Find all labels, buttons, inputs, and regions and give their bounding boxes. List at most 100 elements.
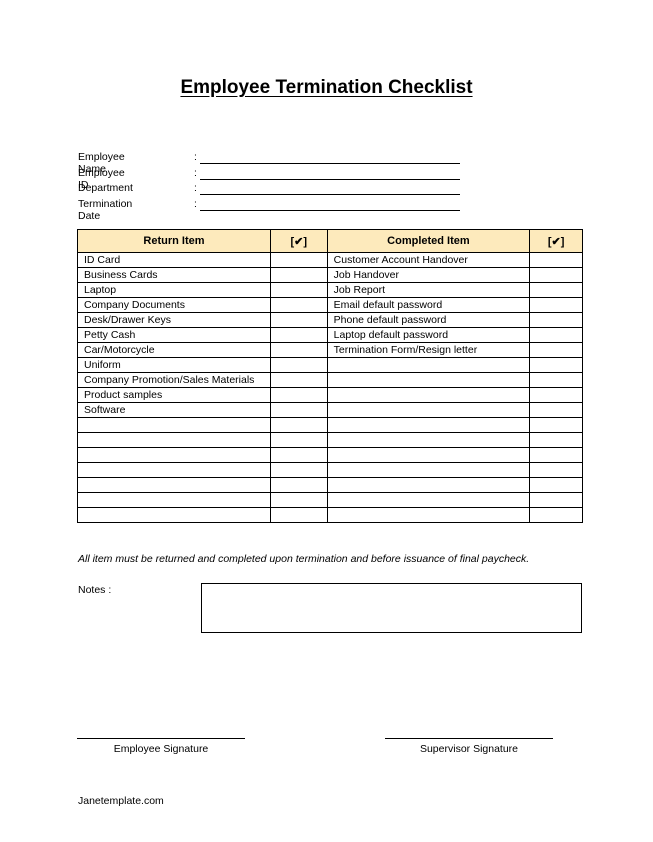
table-row [77, 492, 583, 508]
return-item-cell [77, 507, 271, 523]
return-item-cell: Car/Motorcycle [77, 342, 271, 358]
field-input-line[interactable] [200, 194, 460, 196]
completed-check-cell[interactable] [529, 342, 583, 358]
completed-check-cell[interactable] [529, 417, 583, 433]
table-row: Software [77, 402, 583, 418]
notes-label: Notes : [78, 584, 112, 596]
completed-item-cell [326, 372, 531, 388]
header-return-check: [✔] [269, 229, 328, 253]
completed-item-cell [326, 387, 531, 403]
table-row [77, 447, 583, 463]
table-header-row: Return Item [✔] Completed Item [✔] [77, 229, 583, 253]
return-item-cell: ID Card [77, 252, 271, 268]
field-colon: : [194, 198, 197, 211]
return-check-cell[interactable] [269, 432, 328, 448]
return-check-cell[interactable] [269, 462, 328, 478]
completed-check-cell[interactable] [529, 492, 583, 508]
completed-check-cell[interactable] [529, 372, 583, 388]
return-check-cell[interactable] [269, 387, 328, 403]
table-row [77, 507, 583, 523]
completed-item-cell [326, 357, 531, 373]
return-check-cell[interactable] [269, 312, 328, 328]
header-completed-item: Completed Item [326, 229, 531, 253]
return-item-cell: Business Cards [77, 267, 271, 283]
return-item-cell [77, 417, 271, 433]
header-completed-check: [✔] [529, 229, 583, 253]
completed-item-cell [326, 477, 531, 493]
return-check-cell[interactable] [269, 507, 328, 523]
completed-item-cell [326, 432, 531, 448]
return-check-cell[interactable] [269, 267, 328, 283]
return-item-cell: Software [77, 402, 271, 418]
table-row [77, 432, 583, 448]
completed-check-cell[interactable] [529, 387, 583, 403]
completed-item-cell [326, 462, 531, 478]
completed-item-cell: Email default password [326, 297, 531, 313]
return-check-cell[interactable] [269, 282, 328, 298]
completed-check-cell[interactable] [529, 402, 583, 418]
table-row: Product samples [77, 387, 583, 403]
return-item-cell [77, 447, 271, 463]
completed-item-cell: Termination Form/Resign letter [326, 342, 531, 358]
field-colon: : [194, 151, 197, 163]
completed-check-cell[interactable] [529, 282, 583, 298]
return-item-cell: Petty Cash [77, 327, 271, 343]
return-check-cell[interactable] [269, 297, 328, 313]
completed-item-cell [326, 507, 531, 523]
table-row [77, 462, 583, 478]
completed-item-cell: Customer Account Handover [326, 252, 531, 268]
return-check-cell[interactable] [269, 252, 328, 268]
completed-item-cell [326, 447, 531, 463]
return-check-cell[interactable] [269, 417, 328, 433]
field-input-line[interactable] [200, 210, 460, 212]
return-item-cell: Uniform [77, 357, 271, 373]
completed-item-cell: Phone default password [326, 312, 531, 328]
completed-check-cell[interactable] [529, 447, 583, 463]
completed-item-cell [326, 492, 531, 508]
return-item-cell [77, 477, 271, 493]
supervisor-signature-label: Supervisor Signature [419, 743, 519, 755]
return-check-cell[interactable] [269, 447, 328, 463]
table-row [77, 417, 583, 433]
return-item-cell: Company Documents [77, 297, 271, 313]
completed-check-cell[interactable] [529, 327, 583, 343]
return-check-cell[interactable] [269, 492, 328, 508]
table-row: Company Promotion/Sales Materials [77, 372, 583, 388]
page-title: Employee Termination Checklist [180, 77, 473, 98]
employee-signature-label: Employee Signature [113, 743, 209, 755]
table-row: Laptop Job Report [77, 282, 583, 298]
completed-check-cell[interactable] [529, 297, 583, 313]
completed-item-cell: Job Handover [326, 267, 531, 283]
table-row: Car/Motorcycle Termination Form/Resign le… [77, 342, 583, 358]
completed-check-cell[interactable] [529, 477, 583, 493]
field-colon: : [194, 182, 197, 195]
field-input-line[interactable] [200, 163, 460, 164]
table-row: Uniform [77, 357, 583, 373]
return-item-cell: Laptop [77, 282, 271, 298]
completed-check-cell[interactable] [529, 267, 583, 283]
table-row: Business Cards Job Handover [77, 267, 583, 283]
completed-check-cell[interactable] [529, 252, 583, 268]
notes-input[interactable] [201, 583, 582, 633]
return-check-cell[interactable] [269, 477, 328, 493]
return-item-cell: Product samples [77, 387, 271, 403]
completed-check-cell[interactable] [529, 357, 583, 373]
return-check-cell[interactable] [269, 342, 328, 358]
field-input-line[interactable] [200, 178, 460, 180]
completed-check-cell[interactable] [529, 312, 583, 328]
completed-check-cell[interactable] [529, 462, 583, 478]
completed-check-cell[interactable] [529, 507, 583, 523]
return-item-cell [77, 492, 271, 508]
return-item-cell: Company Promotion/Sales Materials [77, 372, 271, 388]
supervisor-signature-line[interactable]: Supervisor Signature [385, 738, 553, 755]
return-check-cell[interactable] [269, 402, 328, 418]
completed-check-cell[interactable] [529, 432, 583, 448]
return-check-cell[interactable] [269, 327, 328, 343]
completed-item-cell [326, 417, 531, 433]
return-check-cell[interactable] [269, 372, 328, 388]
field-label: Termination Date [78, 198, 133, 223]
return-check-cell[interactable] [269, 357, 328, 373]
table-row: ID Card Customer Account Handover [77, 252, 583, 268]
employee-signature-line[interactable]: Employee Signature [77, 738, 245, 755]
completed-item-cell: Job Report [326, 282, 531, 298]
